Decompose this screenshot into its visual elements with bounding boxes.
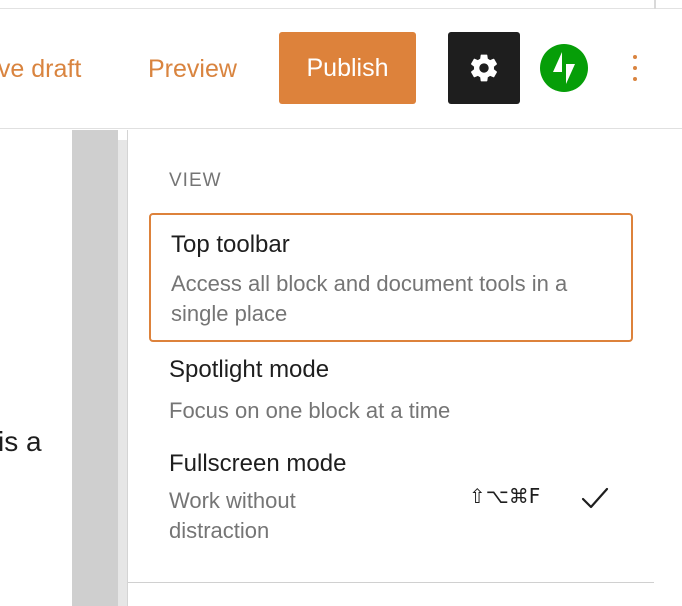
paragraph-text: is a — [0, 426, 42, 457]
scroll-rail — [654, 0, 656, 9]
menu-item-spotlight-mode[interactable]: Spotlight mode Focus on one block at a t… — [149, 350, 633, 424]
menu-item-description: Work without distraction — [169, 488, 296, 543]
menu-item-title: Top toolbar — [171, 231, 290, 258]
menu-item-fullscreen-mode[interactable]: Fullscreen mode Work without distraction… — [149, 446, 633, 552]
top-strip — [0, 0, 682, 9]
preview-button[interactable]: Preview — [148, 55, 237, 84]
vertical-ellipsis-icon — [633, 55, 637, 81]
more-options-button[interactable] — [620, 47, 650, 89]
checkmark-icon — [581, 487, 609, 509]
gear-icon — [471, 54, 497, 82]
menu-item-top-toolbar[interactable]: Top toolbar Access all block and documen… — [149, 213, 633, 342]
jetpack-icon — [553, 52, 575, 84]
save-draft-button[interactable]: ave draft — [0, 55, 81, 84]
settings-button[interactable] — [448, 32, 520, 104]
keyboard-shortcut: ⇧⌥⌘F — [469, 484, 541, 508]
editor-canvas-backdrop — [72, 130, 118, 606]
editor-header: ave draft Preview Publish — [0, 9, 682, 129]
editor-window: ave draft Preview Publish is a VIEW Top … — [0, 0, 682, 606]
menu-item-title: Spotlight mode — [169, 356, 330, 383]
menu-item-title: Fullscreen mode — [169, 450, 347, 477]
options-dropdown-menu: VIEW Top toolbar Access all block and do… — [127, 130, 682, 606]
jetpack-button[interactable] — [540, 44, 588, 92]
menu-group-label-view: VIEW — [169, 170, 222, 191]
menu-divider — [128, 582, 654, 583]
menu-item-description: Access all block and document tools in a… — [171, 271, 568, 326]
publish-button[interactable]: Publish — [279, 32, 416, 104]
menu-item-description: Focus on one block at a time — [169, 398, 451, 423]
editor-canvas: is a — [0, 130, 72, 606]
